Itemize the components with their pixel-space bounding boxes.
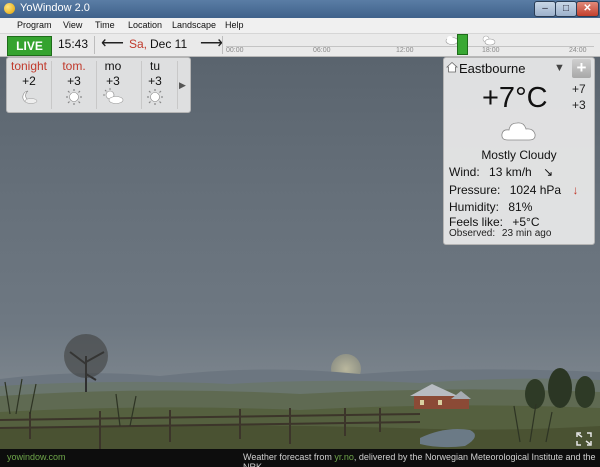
window-title: YoWindow 2.0 — [20, 2, 90, 14]
live-button[interactable]: LIVE — [7, 36, 52, 56]
timeline-tick: 00:00 — [226, 47, 244, 54]
brand-link[interactable]: yowindow.com — [7, 452, 66, 462]
feels-like-value: +5°C — [512, 215, 540, 229]
toolbar-divider — [222, 36, 223, 54]
condition-text: Mostly Cloudy — [481, 148, 557, 162]
forecast-next-arrow-icon[interactable]: ▶ — [179, 80, 186, 91]
minimize-button[interactable]: – — [534, 1, 556, 17]
menu-location[interactable]: Location — [128, 20, 162, 30]
forecast-panel: tonight +2 tom. +3 mo +3 tu +3 ▶ — [6, 57, 191, 113]
location-name[interactable]: Eastbourne — [459, 61, 526, 76]
current-time: 15:43 — [58, 37, 89, 51]
status-bar: yowindow.com Weather forecast from yr.no… — [0, 449, 600, 467]
menu-program[interactable]: Program — [17, 20, 52, 30]
time-toolbar: LIVE 15:43 ⟵ Sa, Dec 11 ⟶ 00:00 06:00 12… — [0, 34, 600, 57]
humidity-value: 81% — [508, 200, 533, 214]
forecast-label: mo — [104, 59, 122, 73]
pressure-value: 1024 hPa — [509, 183, 562, 197]
high-temperature: +7 — [572, 82, 586, 96]
menu-help[interactable]: Help — [225, 20, 244, 30]
wind-value: 13 km/h — [489, 165, 532, 179]
sun-cloud-icon — [482, 35, 496, 46]
timeline-tick: 18:00 — [482, 47, 500, 54]
forecast-divider — [177, 61, 178, 109]
wind-label: Wind: — [449, 165, 480, 179]
feels-like-row: Feels like: +5°C — [449, 215, 540, 229]
credit-prefix: Weather forecast from — [243, 452, 332, 462]
forecast-temp: +3 — [106, 74, 120, 88]
humidity-label: Humidity: — [449, 200, 500, 214]
fullscreen-icon[interactable] — [576, 432, 592, 446]
cloud-icon — [501, 122, 536, 141]
yr-link[interactable]: yr.no — [334, 452, 354, 462]
sun-cloud-icon — [103, 88, 124, 104]
forecast-temp: +3 — [148, 74, 162, 88]
timeline-tick: 12:00 — [396, 47, 414, 54]
menu-landscape[interactable]: Landscape — [172, 20, 216, 30]
forecast-day-tonight[interactable]: tonight +2 — [7, 58, 51, 112]
moon-cloud-icon — [22, 90, 38, 104]
app-icon — [4, 3, 15, 14]
title-bar: YoWindow 2.0 – □ ✕ — [0, 0, 600, 18]
day-timeline[interactable]: 00:00 06:00 12:00 18:00 24:00 — [226, 34, 594, 55]
forecast-label: tu — [149, 59, 160, 73]
timeline-tick: 24:00 — [569, 47, 587, 54]
sun-icon — [66, 89, 82, 105]
observed-row: Observed: 23 min ago — [449, 228, 551, 239]
wind-row: Wind: 13 km/h ↘ — [449, 165, 553, 179]
feels-like-label: Feels like: — [449, 215, 504, 229]
low-temperature: +3 — [572, 98, 586, 112]
current-conditions-panel: Eastbourne ▼ + +7°C +7 +3 Mostly Cloudy … — [443, 57, 595, 245]
pressure-row: Pressure: 1024 hPa ↓ — [449, 183, 578, 197]
location-dropdown-icon[interactable]: ▼ — [554, 62, 565, 74]
pressure-label: Pressure: — [449, 183, 501, 197]
menu-view[interactable]: View — [63, 20, 82, 30]
forecast-day-mo[interactable]: mo +3 — [91, 58, 135, 112]
menu-bar: Program View Time Location Landscape Hel… — [0, 18, 600, 34]
sun-icon — [147, 89, 163, 105]
forecast-day-tu[interactable]: tu +3 — [133, 58, 177, 112]
date-label: Dec 11 — [150, 37, 188, 51]
forecast-temp: +3 — [67, 74, 81, 88]
wind-direction-icon: ↘ — [543, 165, 554, 179]
toolbar-divider — [94, 36, 95, 54]
prev-day-arrow-icon[interactable]: ⟵ — [101, 35, 124, 53]
forecast-label: tonight — [10, 59, 48, 73]
timeline-tick: 06:00 — [313, 47, 331, 54]
maximize-button[interactable]: □ — [555, 1, 577, 17]
current-temperature: +7°C — [482, 82, 548, 114]
forecast-label: tom. — [62, 59, 86, 73]
data-credit: Weather forecast from yr.no, delivered b… — [243, 452, 600, 467]
observed-label: Observed: — [449, 228, 496, 239]
app-window: YoWindow 2.0 – □ ✕ Program View Time Loc… — [0, 0, 600, 467]
next-day-arrow-icon[interactable]: ⟶ — [200, 35, 223, 53]
home-icon — [446, 61, 458, 73]
day-label: Sa, — [129, 37, 148, 51]
humidity-row: Humidity: 81% — [449, 200, 532, 214]
observed-value: 23 min ago — [501, 228, 552, 239]
pressure-trend-icon: ↓ — [572, 183, 579, 197]
close-button[interactable]: ✕ — [576, 1, 599, 17]
forecast-day-tomorrow[interactable]: tom. +3 — [52, 58, 96, 112]
time-marker-handle[interactable] — [457, 34, 468, 55]
add-location-button[interactable]: + — [572, 59, 591, 78]
forecast-temp: +2 — [22, 74, 36, 88]
menu-time[interactable]: Time — [95, 20, 115, 30]
